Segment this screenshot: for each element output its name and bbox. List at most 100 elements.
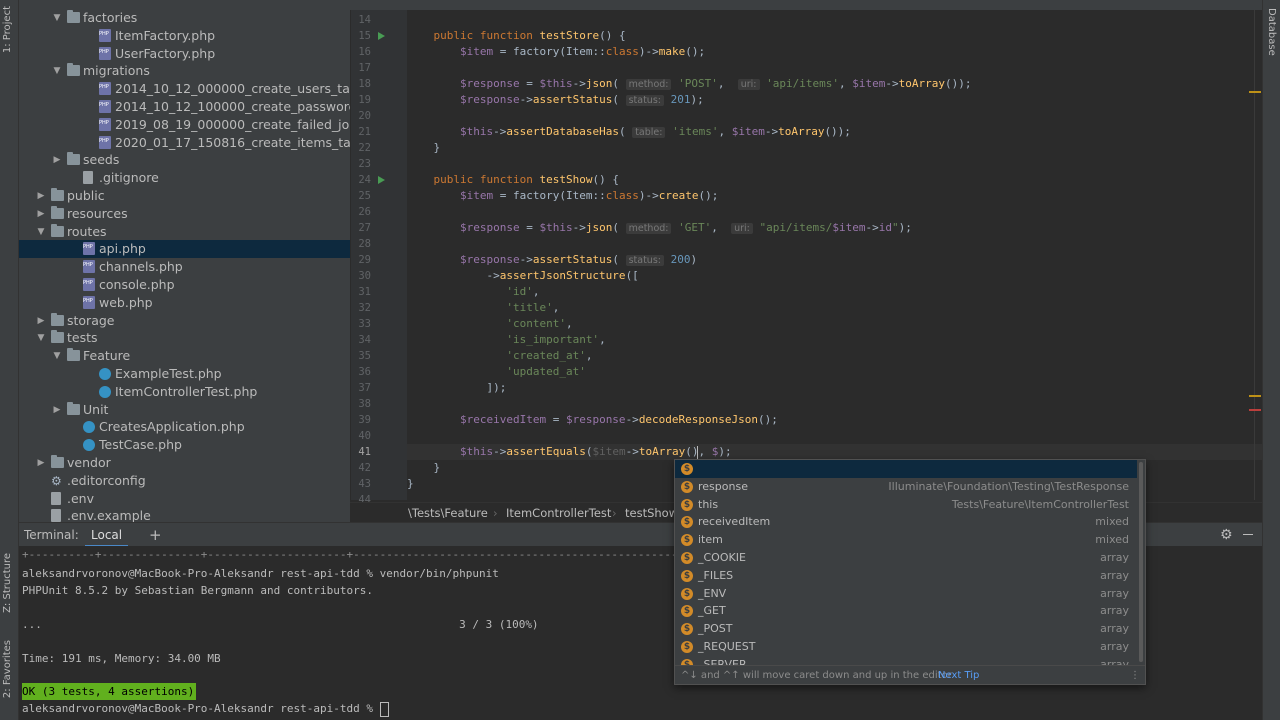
tree-item[interactable]: api.php	[19, 238, 350, 259]
tree-item[interactable]: ▼ migrations	[19, 62, 350, 80]
tree-item[interactable]: ▼ Feature	[19, 347, 350, 365]
tool-tab-favorites[interactable]: 2: Favorites	[2, 640, 13, 698]
warning-marker[interactable]	[1249, 395, 1261, 397]
code-line[interactable]: public function testStore() {	[407, 28, 626, 44]
code-line[interactable]: $response->assertStatus( status: 200)	[407, 252, 697, 268]
completion-item[interactable]: $ _COOKIE array	[675, 549, 1137, 567]
warning-marker[interactable]	[1249, 91, 1261, 93]
tree-item[interactable]: ▶ vendor	[19, 454, 350, 472]
tree-item[interactable]: ⚙ .editorconfig	[19, 472, 350, 490]
tree-item[interactable]: ▼ routes	[19, 223, 350, 241]
breadcrumb-namespace[interactable]: \Tests\Feature	[408, 503, 488, 523]
completion-item[interactable]: $ _GET array	[675, 602, 1137, 620]
tree-item[interactable]: 2014_10_12_000000_create_users_table.p	[19, 78, 350, 98]
next-tip-link[interactable]: Next Tip	[938, 666, 979, 684]
code-line[interactable]: }	[407, 140, 440, 156]
code-line[interactable]: 'content',	[407, 316, 572, 332]
chevron-down-icon[interactable]: ▼	[36, 223, 46, 241]
code-line[interactable]: $this->assertDatabaseHas( table: 'items'…	[407, 124, 851, 140]
breadcrumb-class[interactable]: ItemControllerTest	[506, 503, 611, 523]
popup-scrollbar[interactable]	[1139, 462, 1143, 662]
gear-icon[interactable]: ⚙	[1220, 523, 1233, 547]
tool-tab-structure[interactable]: Z: Structure	[2, 553, 13, 613]
chevron-right-icon[interactable]: ▶	[52, 151, 62, 169]
tree-item[interactable]: ▶ seeds	[19, 151, 350, 169]
code-line[interactable]: $response = $this->json( method: 'POST',…	[407, 76, 971, 92]
code-line[interactable]: $item = factory(Item::class)->create();	[407, 188, 718, 204]
tree-item[interactable]: ▶ resources	[19, 205, 350, 223]
completion-item[interactable]: $	[675, 460, 1137, 478]
tree-item[interactable]: ▶ storage	[19, 312, 350, 330]
tree-item[interactable]: ItemControllerTest.php	[19, 383, 350, 401]
tree-item[interactable]: .gitignore	[19, 169, 350, 187]
minimize-icon[interactable]	[1243, 534, 1253, 535]
tree-item[interactable]: .env.example	[19, 507, 350, 522]
completion-type: array	[1100, 604, 1129, 618]
completion-item[interactable]: $ this Tests\Feature\ItemControllerTest	[675, 496, 1137, 514]
chevron-right-icon[interactable]: ▶	[36, 454, 46, 472]
terminal-tab-local[interactable]: Local	[85, 523, 129, 547]
tree-item[interactable]: ▼ factories	[19, 9, 350, 27]
tree-item[interactable]: ▼ tests	[19, 329, 350, 347]
completion-item[interactable]: $ _FILES array	[675, 567, 1137, 585]
code-line[interactable]: 'id',	[407, 284, 539, 300]
tree-item[interactable]: 2020_01_17_150816_create_items_table.p	[19, 132, 350, 152]
code-line[interactable]: 'updated_at'	[407, 364, 585, 380]
chevron-down-icon[interactable]: ▼	[52, 62, 62, 80]
tree-item[interactable]: channels.php	[19, 256, 350, 276]
completion-item[interactable]: $ receivedItem mixed	[675, 513, 1137, 531]
code-line[interactable]: 'is_important',	[407, 332, 605, 348]
tool-tab-project[interactable]: 1: Project	[2, 6, 13, 53]
code-line[interactable]: public function testShow() {	[407, 172, 619, 188]
completion-item[interactable]: $ response Illuminate\Foundation\Testing\T…	[675, 478, 1137, 496]
chevron-down-icon[interactable]: ▼	[52, 9, 62, 27]
new-terminal-button[interactable]: +	[149, 523, 162, 547]
code-line[interactable]: $response->assertStatus( status: 201);	[407, 92, 704, 108]
code-line[interactable]: $this->assertEquals($item->toArray(), $)…	[407, 444, 1262, 460]
code-line[interactable]: 'title',	[407, 300, 559, 316]
completion-item[interactable]: $ _REQUEST array	[675, 638, 1137, 656]
code-line[interactable]: $receivedItem = $response->decodeRespons…	[407, 412, 778, 428]
run-test-icon[interactable]	[378, 176, 385, 184]
completion-item[interactable]: $ _ENV array	[675, 585, 1137, 603]
tree-item[interactable]: UserFactory.php	[19, 43, 350, 63]
tree-item[interactable]: 2019_08_19_000000_create_failed_jobs_ta	[19, 114, 350, 134]
test-file-icon	[83, 439, 95, 452]
tree-item[interactable]: web.php	[19, 292, 350, 312]
code-line[interactable]: 'created_at',	[407, 348, 592, 364]
tree-item[interactable]: CreatesApplication.php	[19, 418, 350, 436]
code-completion-popup[interactable]: $ $ response Illuminate\Foundation\Testing\…	[674, 459, 1146, 685]
tree-item[interactable]: 2014_10_12_100000_create_password_res	[19, 96, 350, 116]
php-file-icon	[83, 256, 95, 274]
code-line[interactable]: }	[407, 476, 414, 492]
chevron-right-icon[interactable]: ▶	[52, 401, 62, 419]
tree-item[interactable]: ▶ Unit	[19, 401, 350, 419]
error-marker[interactable]	[1249, 409, 1261, 411]
code-line[interactable]: ->assertJsonStructure([	[407, 268, 638, 284]
terminal-cursor	[379, 701, 389, 717]
completion-type: array	[1100, 622, 1129, 636]
tree-item[interactable]: ▶ public	[19, 187, 350, 205]
chevron-right-icon[interactable]: ▶	[36, 187, 46, 205]
chevron-right-icon[interactable]: ▶	[36, 312, 46, 330]
chevron-right-icon[interactable]: ▶	[36, 205, 46, 223]
completion-type: Tests\Feature\ItemControllerTest	[951, 497, 1129, 511]
code-editor[interactable]: public function testStore() { $item = fa…	[407, 10, 1262, 500]
tree-item[interactable]: console.php	[19, 274, 350, 294]
more-options-icon[interactable]: ⋮	[1130, 666, 1140, 684]
chevron-down-icon[interactable]: ▼	[36, 329, 46, 347]
code-line[interactable]: $item = factory(Item::class)->make();	[407, 44, 705, 60]
tree-item[interactable]: ExampleTest.php	[19, 365, 350, 383]
code-line[interactable]: }	[407, 460, 440, 476]
tree-item[interactable]: ItemFactory.php	[19, 25, 350, 45]
tool-tab-database[interactable]: Database	[1266, 8, 1277, 56]
chevron-down-icon[interactable]: ▼	[52, 347, 62, 365]
tree-item[interactable]: .env	[19, 490, 350, 508]
run-test-icon[interactable]	[378, 32, 385, 40]
completion-item[interactable]: $ item mixed	[675, 531, 1137, 549]
code-line[interactable]: $response = $this->json( method: 'GET', …	[407, 220, 912, 236]
code-line[interactable]: ]);	[407, 380, 506, 396]
breadcrumb-method[interactable]: testShow	[625, 503, 678, 523]
tree-item[interactable]: TestCase.php	[19, 436, 350, 454]
completion-item[interactable]: $ _POST array	[675, 620, 1137, 638]
